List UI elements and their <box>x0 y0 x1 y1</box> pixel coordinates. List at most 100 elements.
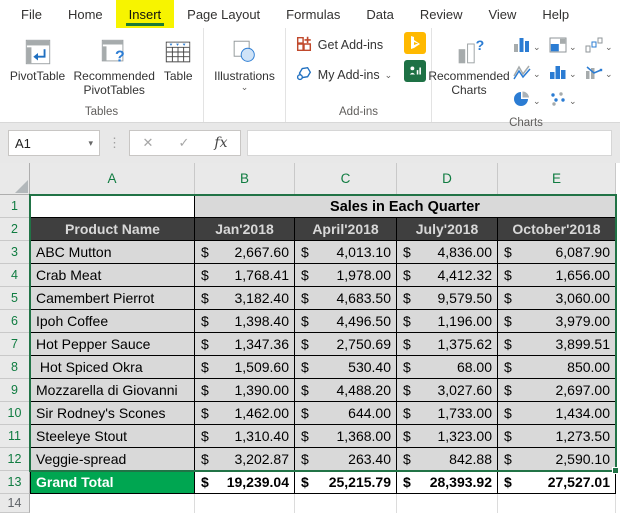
product-name-cell[interactable]: Camembert Pierrot <box>30 287 195 310</box>
value-cell[interactable]: $2,697.00 <box>498 379 616 402</box>
value-cell[interactable]: $1,462.00 <box>195 402 295 425</box>
select-all-corner[interactable] <box>0 163 30 195</box>
header-cell-2[interactable]: Jan'2018 <box>195 218 295 241</box>
column-header-d[interactable]: D <box>397 163 498 195</box>
combo-chart-button[interactable]: ⌄ <box>585 61 620 88</box>
row-header-11[interactable]: 11 <box>0 425 30 448</box>
get-addins-button[interactable]: Get Add-ins <box>291 32 396 58</box>
empty-cell[interactable] <box>295 494 397 513</box>
tab-page-layout[interactable]: Page Layout <box>174 0 273 28</box>
row-header-9[interactable]: 9 <box>0 379 30 402</box>
tab-data[interactable]: Data <box>353 0 406 28</box>
name-box-dropdown-icon[interactable]: ▾ <box>88 138 93 149</box>
value-cell[interactable]: $3,027.60 <box>397 379 498 402</box>
value-cell[interactable]: $3,060.00 <box>498 287 616 310</box>
row-header-2[interactable]: 2 <box>0 218 30 241</box>
empty-cell[interactable] <box>397 494 498 513</box>
row-header-14[interactable]: 14 <box>0 494 30 513</box>
value-cell[interactable]: $1,656.00 <box>498 264 616 287</box>
merged-title-cell[interactable]: Sales in Each Quarter <box>195 195 616 218</box>
value-cell[interactable]: $1,434.00 <box>498 402 616 425</box>
insert-function-icon[interactable]: fx <box>214 135 227 151</box>
my-addins-button[interactable]: My Add-ins ⌄ <box>291 62 396 88</box>
line-chart-button[interactable]: ⌄ <box>513 61 549 88</box>
column-header-e[interactable]: E <box>498 163 616 195</box>
grand-total-value-cell[interactable]: $19,239.04 <box>195 471 295 494</box>
product-name-cell[interactable]: Steeleye Stout <box>30 425 195 448</box>
value-cell[interactable]: $3,899.51 <box>498 333 616 356</box>
name-box[interactable]: A1 ▾ <box>8 130 100 156</box>
formula-input[interactable] <box>247 130 612 156</box>
tab-review[interactable]: Review <box>407 0 476 28</box>
value-cell[interactable]: $4,836.00 <box>397 241 498 264</box>
empty-cell[interactable] <box>498 494 616 513</box>
grand-total-value-cell[interactable]: $28,393.92 <box>397 471 498 494</box>
value-cell[interactable]: $2,590.10 <box>498 448 616 471</box>
value-cell[interactable]: $1,509.60 <box>195 356 295 379</box>
tab-help[interactable]: Help <box>529 0 582 28</box>
value-cell[interactable]: $4,412.32 <box>397 264 498 287</box>
bing-maps-addin-icon[interactable] <box>404 32 427 54</box>
row-header-12[interactable]: 12 <box>0 448 30 471</box>
header-cell-5[interactable]: October'2018 <box>498 218 616 241</box>
value-cell[interactable]: $1,310.40 <box>195 425 295 448</box>
value-cell[interactable]: $4,488.20 <box>295 379 397 402</box>
value-cell[interactable]: $1,978.00 <box>295 264 397 287</box>
value-cell[interactable]: $2,750.69 <box>295 333 397 356</box>
waterfall-chart-button[interactable]: ⌄ <box>585 34 620 61</box>
product-name-cell[interactable]: Hot Pepper Sauce <box>30 333 195 356</box>
tab-insert[interactable]: Insert <box>115 0 175 28</box>
value-cell[interactable]: $1,375.62 <box>397 333 498 356</box>
column-header-b[interactable]: B <box>195 163 295 195</box>
recommended-pivottables-button[interactable]: ? Recommended PivotTables <box>70 32 158 101</box>
value-cell[interactable]: $1,398.40 <box>195 310 295 333</box>
column-chart-button[interactable]: ⌄ <box>513 34 549 61</box>
table-button[interactable]: Table <box>158 32 198 86</box>
value-cell[interactable]: $842.88 <box>397 448 498 471</box>
histogram-chart-button[interactable]: ⌄ <box>549 61 585 88</box>
people-graph-addin-icon[interactable] <box>404 60 427 82</box>
value-cell[interactable]: $4,013.10 <box>295 241 397 264</box>
row-header-6[interactable]: 6 <box>0 310 30 333</box>
value-cell[interactable]: $1,196.00 <box>397 310 498 333</box>
grand-total-label-cell[interactable]: Grand Total <box>30 471 195 494</box>
product-name-cell[interactable]: Hot Spiced Okra <box>30 356 195 379</box>
value-cell[interactable]: $1,390.00 <box>195 379 295 402</box>
empty-cell[interactable] <box>195 494 295 513</box>
value-cell[interactable]: $1,768.41 <box>195 264 295 287</box>
header-cell-1[interactable]: Product Name <box>30 218 195 241</box>
product-name-cell[interactable]: Sir Rodney's Scones <box>30 402 195 425</box>
value-cell[interactable]: $3,182.40 <box>195 287 295 310</box>
value-cell[interactable]: $1,273.50 <box>498 425 616 448</box>
grand-total-value-cell[interactable]: $25,215.79 <box>295 471 397 494</box>
product-name-cell[interactable]: Ipoh Coffee <box>30 310 195 333</box>
header-cell-4[interactable]: July'2018 <box>397 218 498 241</box>
row-header-5[interactable]: 5 <box>0 287 30 310</box>
recommended-charts-button[interactable]: ? Recommended Charts <box>428 32 509 101</box>
cell-a1[interactable] <box>30 195 195 218</box>
value-cell[interactable]: $1,323.00 <box>397 425 498 448</box>
value-cell[interactable]: $2,667.60 <box>195 241 295 264</box>
value-cell[interactable]: $263.40 <box>295 448 397 471</box>
value-cell[interactable]: $6,087.90 <box>498 241 616 264</box>
product-name-cell[interactable]: Mozzarella di Giovanni <box>30 379 195 402</box>
scatter-chart-button[interactable]: ⌄ <box>549 88 585 115</box>
illustrations-button[interactable]: Illustrations ⌄ <box>209 32 280 95</box>
row-header-7[interactable]: 7 <box>0 333 30 356</box>
header-cell-3[interactable]: April'2018 <box>295 218 397 241</box>
product-name-cell[interactable]: Crab Meat <box>30 264 195 287</box>
product-name-cell[interactable]: ABC Mutton <box>30 241 195 264</box>
row-header-3[interactable]: 3 <box>0 241 30 264</box>
cancel-icon[interactable]: ✕ <box>143 135 154 151</box>
column-header-a[interactable]: A <box>30 163 195 195</box>
tab-file[interactable]: File <box>8 0 55 28</box>
tab-formulas[interactable]: Formulas <box>273 0 353 28</box>
tab-view[interactable]: View <box>475 0 529 28</box>
product-name-cell[interactable]: Veggie-spread <box>30 448 195 471</box>
value-cell[interactable]: $1,733.00 <box>397 402 498 425</box>
value-cell[interactable]: $1,347.36 <box>195 333 295 356</box>
value-cell[interactable]: $530.40 <box>295 356 397 379</box>
value-cell[interactable]: $644.00 <box>295 402 397 425</box>
tab-home[interactable]: Home <box>55 0 116 28</box>
value-cell[interactable]: $1,368.00 <box>295 425 397 448</box>
